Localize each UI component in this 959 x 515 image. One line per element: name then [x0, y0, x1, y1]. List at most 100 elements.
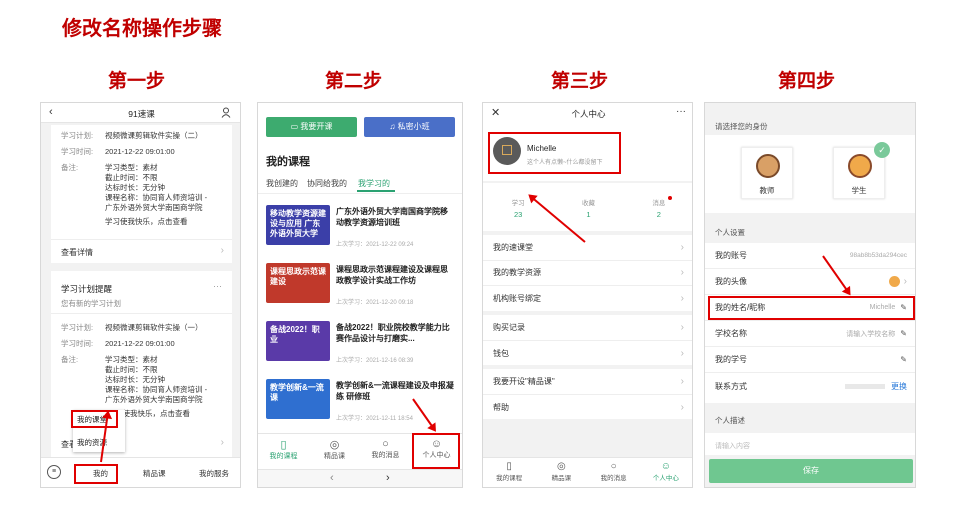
headset-icon: ♫ [389, 122, 396, 131]
course-thumbnail: 备战2022！职业 [266, 321, 330, 361]
note-lines: 学习类型：素材 截止时间：不限 达标时长：无分钟 课程名称：协同育人师资培训 -… [105, 163, 208, 226]
course-item[interactable]: 教学创新&一流课 教学创新&一流课程建设及申报凝练 研修班 上次学习：2021-… [266, 379, 454, 429]
tab-created[interactable]: 我创建的 [266, 178, 298, 189]
school-row[interactable]: 学校名称 请输入学校名称 ✎ [705, 321, 915, 347]
highlight-tab-mine [74, 464, 118, 484]
teacher-avatar-icon [756, 154, 780, 178]
tab-messages[interactable]: ○ 我的消息 [588, 458, 640, 487]
contact-row[interactable]: 联系方式 更换 [705, 373, 915, 399]
avatar-thumb-icon [888, 276, 900, 287]
header-title: 个人中心 [571, 109, 606, 119]
nav-back-icon[interactable]: ‹ [330, 472, 334, 484]
person-icon: ☺ [660, 461, 671, 472]
chevron-right-icon: › [680, 401, 684, 413]
account-row: 我的账号 98ab8b53da294cec [705, 243, 915, 269]
chevron-right-icon: › [680, 267, 684, 278]
chevron-right-icon: › [680, 376, 684, 387]
chat-icon: ○ [610, 461, 617, 472]
chevron-right-icon: › [220, 245, 224, 256]
highlight-name-row [708, 296, 915, 320]
save-button[interactable]: 保存 [709, 459, 913, 483]
reminder-sub: 您有新的学习计划 [61, 299, 121, 308]
tab-premium-courses[interactable]: 精品课 [143, 468, 166, 479]
tab-premium[interactable]: ◎ 精品课 [535, 458, 587, 487]
unread-dot [667, 196, 672, 200]
menu-group-3: 我要开设"精品课" › 帮助 › [483, 369, 692, 420]
keyboard-icon[interactable]: ≡ [47, 465, 61, 479]
phone-step-1: ‹ 91速课 学习计划: 视频微课剪辑软件实操（二） 学习时间: 2021-12-2… [40, 102, 241, 488]
tab-my-courses[interactable]: ▯ 我的课程 [258, 434, 309, 469]
pencil-icon: ✎ [900, 329, 907, 338]
identity-title: 请选择您的身份 [715, 122, 768, 131]
book-icon: ▯ [506, 461, 512, 472]
step-3-label: 第三步 [551, 70, 609, 92]
planet-icon: ◎ [329, 439, 340, 451]
tab-shared[interactable]: 协同给我的 [307, 178, 347, 189]
avatar-row[interactable]: 我的头像 › [705, 269, 915, 295]
teacher-option[interactable]: 教师 [741, 147, 793, 199]
menu-group-2: 购买记录 › 钱包 › [483, 315, 692, 366]
planet-icon: ◎ [557, 461, 566, 472]
menu-my-resources[interactable]: 我的教学资源 › [483, 260, 692, 286]
book-icon: ▭ [290, 122, 299, 131]
nav-forward-icon[interactable]: › [386, 472, 390, 484]
private-class-button[interactable]: ♫ 私密小班 [364, 117, 455, 137]
tab-premium[interactable]: ◎ 精品课 [309, 434, 360, 469]
section-title: 我的课程 [266, 156, 310, 168]
identity-panel: 教师 学生 ✓ [705, 135, 915, 213]
masked-phone [845, 383, 885, 389]
menu-wallet[interactable]: 钱包 › [483, 340, 692, 366]
bottom-tabbar: ≡ 我的 精品课 我的服务 [41, 457, 240, 487]
chat-icon: ○ [382, 438, 389, 450]
course-thumbnail: 课程思政示范课建设 [266, 263, 330, 303]
highlight-tab-profile [412, 433, 460, 469]
chevron-right-icon: › [680, 322, 684, 333]
course-item[interactable]: 移动教学资源建设与应用 广东外语外贸大学 广东外语外贸大学南国商学院移动教学资源… [266, 205, 454, 255]
course-item[interactable]: 课程思政示范课建设 课程思政示范课程建设及课程思政教学设计实战工作坊 上次学习：… [266, 263, 454, 313]
plan-card-1[interactable]: 学习计划: 视频微课剪辑软件实操（二） 学习时间: 2021-12-22 09:01… [51, 125, 232, 263]
view-detail-link[interactable]: 查看详情 [61, 247, 93, 258]
phone-step-4: 请选择您的身份 教师 学生 ✓ 个人设置 我的账号 98ab8b53da294ce… [704, 102, 916, 488]
change-contact-link[interactable]: 更换 [891, 381, 907, 392]
step-2-label: 第二步 [325, 70, 383, 92]
menu-group-1: 我的速课堂 › 我的教学资源 › 机构账号绑定 › [483, 235, 692, 311]
chevron-right-icon: › [680, 292, 684, 304]
header-bar: ‹ 91速课 [41, 103, 240, 123]
stats-bar: 学习 23 收藏 1 消息 2 [483, 183, 692, 231]
check-icon: ✓ [874, 142, 890, 158]
menu-account-binding[interactable]: 机构账号绑定 › [483, 285, 692, 311]
course-item[interactable]: 备战2022！职业 备战2022！职业院校教学能力比赛作品设计与打磨实... 上… [266, 321, 454, 371]
desc-title: 个人描述 [715, 416, 745, 425]
menu-my-classroom[interactable]: 我的速课堂 › [483, 235, 692, 261]
menu-purchase-records[interactable]: 购买记录 › [483, 315, 692, 341]
tab-my-services[interactable]: 我的服务 [199, 468, 229, 479]
menu-help[interactable]: 帮助 › [483, 394, 692, 420]
course-thumbnail: 移动教学资源建设与应用 广东外语外贸大学 [266, 205, 330, 245]
menu-open-premium[interactable]: 我要开设"精品课" › [483, 369, 692, 395]
settings-panel: 我的账号 98ab8b53da294cec 我的头像 › 我的姓名/昵称 Michel… [705, 243, 915, 403]
chevron-right-icon: › [903, 276, 907, 287]
reminder-heading: 学习计划提醒 [61, 284, 113, 294]
student-avatar-icon [848, 154, 872, 178]
tab-my-courses[interactable]: ▯ 我的课程 [483, 458, 535, 487]
step-1-label: 第一步 [108, 70, 166, 92]
tab-messages[interactable]: ○ 我的消息 [360, 434, 411, 469]
chevron-right-icon: › [220, 437, 224, 448]
highlight-profile [488, 132, 621, 174]
more-icon[interactable]: ··· [676, 106, 686, 117]
tab-profile[interactable]: ☺ 个人中心 [640, 458, 692, 487]
stat-messages[interactable]: 消息 2 [624, 183, 692, 231]
student-option[interactable]: 学生 ✓ [833, 142, 890, 199]
more-icon[interactable]: ··· [213, 281, 222, 291]
book-icon: ▯ [280, 439, 287, 451]
user-icon[interactable] [221, 107, 231, 118]
tab-learning[interactable]: 我学习的 [358, 178, 390, 189]
bottom-tabbar: ▯ 我的课程 ◎ 精品课 ○ 我的消息 ☺ 个人中心 [483, 457, 692, 487]
pencil-icon: ✎ [900, 355, 907, 364]
open-course-button[interactable]: ▭ 我要开课 [266, 117, 357, 137]
page-title: 修改名称操作步骤 [62, 18, 222, 40]
student-id-row[interactable]: 我的学号 ✎ [705, 347, 915, 373]
header-bar: ✕ 个人中心 ··· [483, 103, 692, 123]
desc-input[interactable]: 请输入内容 [705, 433, 915, 455]
phone-step-3: ✕ 个人中心 ··· Michelle 这个人有点懒~什么都没留下 学习 23 收… [482, 102, 693, 488]
